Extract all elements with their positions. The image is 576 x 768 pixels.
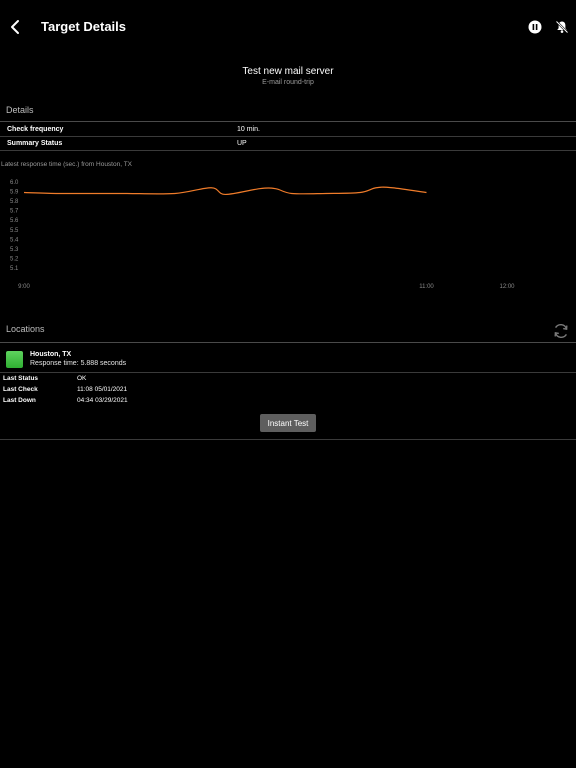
y-tick-label: 5.3 bbox=[10, 247, 19, 253]
pause-button[interactable] bbox=[528, 20, 542, 34]
location-status-swatch bbox=[6, 351, 23, 368]
stat-label-last-check: Last Check bbox=[3, 386, 38, 393]
locations-divider bbox=[0, 342, 576, 343]
page-title: Target Details bbox=[41, 19, 127, 34]
stat-value-last-down: 04:34 03/29/2021 bbox=[77, 397, 128, 404]
y-tick-label: 5.8 bbox=[10, 199, 19, 205]
row-divider bbox=[0, 150, 576, 151]
instant-test-button[interactable]: Instant Test bbox=[260, 414, 316, 432]
bottom-divider bbox=[0, 439, 576, 440]
stat-label-last-down: Last Down bbox=[3, 397, 36, 404]
detail-label-check-frequency: Check frequency bbox=[7, 126, 64, 133]
details-divider bbox=[0, 121, 576, 122]
pause-icon bbox=[528, 20, 542, 34]
detail-label-summary-status: Summary Status bbox=[7, 140, 63, 147]
back-chevron-icon bbox=[11, 20, 19, 34]
y-tick-label: 5.7 bbox=[10, 209, 19, 215]
response-time-series-line bbox=[23, 186, 427, 196]
mute-notifications-button[interactable] bbox=[555, 20, 569, 34]
refresh-button[interactable] bbox=[552, 322, 570, 340]
stat-label-last-status: Last Status bbox=[3, 375, 39, 382]
y-tick-label: 5.9 bbox=[10, 190, 19, 196]
stat-value-last-check: 11:08 05/01/2021 bbox=[77, 386, 128, 393]
y-tick-label: 5.6 bbox=[10, 218, 19, 224]
x-tick-label: 11:00 bbox=[419, 284, 434, 290]
location-divider bbox=[0, 372, 576, 373]
row-divider bbox=[0, 136, 576, 137]
location-response-time: Response time: 5.888 seconds bbox=[30, 360, 127, 367]
x-tick-label: 9:00 bbox=[18, 284, 30, 290]
x-tick-label: 12:00 bbox=[499, 284, 515, 290]
y-tick-label: 5.2 bbox=[10, 256, 19, 262]
locations-section-label: Locations bbox=[6, 324, 45, 334]
detail-value-summary-status: UP bbox=[237, 140, 247, 147]
response-time-chart: 6.0 5.9 5.8 5.7 5.6 5.5 5.4 5.3 5.2 5.1 9:00 11:00 1… bbox=[10, 180, 515, 290]
y-tick-label: 5.4 bbox=[10, 237, 19, 243]
target-name: Test new mail server bbox=[242, 66, 334, 77]
detail-value-check-frequency: 10 min. bbox=[237, 126, 260, 133]
chart-caption: Latest response time (sec.) from Houston… bbox=[1, 161, 133, 168]
details-section-label: Details bbox=[6, 105, 34, 115]
y-tick-label: 6.0 bbox=[10, 180, 19, 186]
target-type: E-mail round-trip bbox=[262, 79, 314, 86]
back-button[interactable] bbox=[6, 17, 26, 37]
y-tick-label: 5.5 bbox=[10, 228, 19, 234]
bell-off-icon bbox=[555, 20, 569, 34]
refresh-icon bbox=[554, 324, 568, 338]
y-tick-label: 5.1 bbox=[10, 266, 19, 272]
stat-value-last-status: OK bbox=[77, 375, 87, 382]
location-name: Houston, TX bbox=[30, 351, 72, 358]
